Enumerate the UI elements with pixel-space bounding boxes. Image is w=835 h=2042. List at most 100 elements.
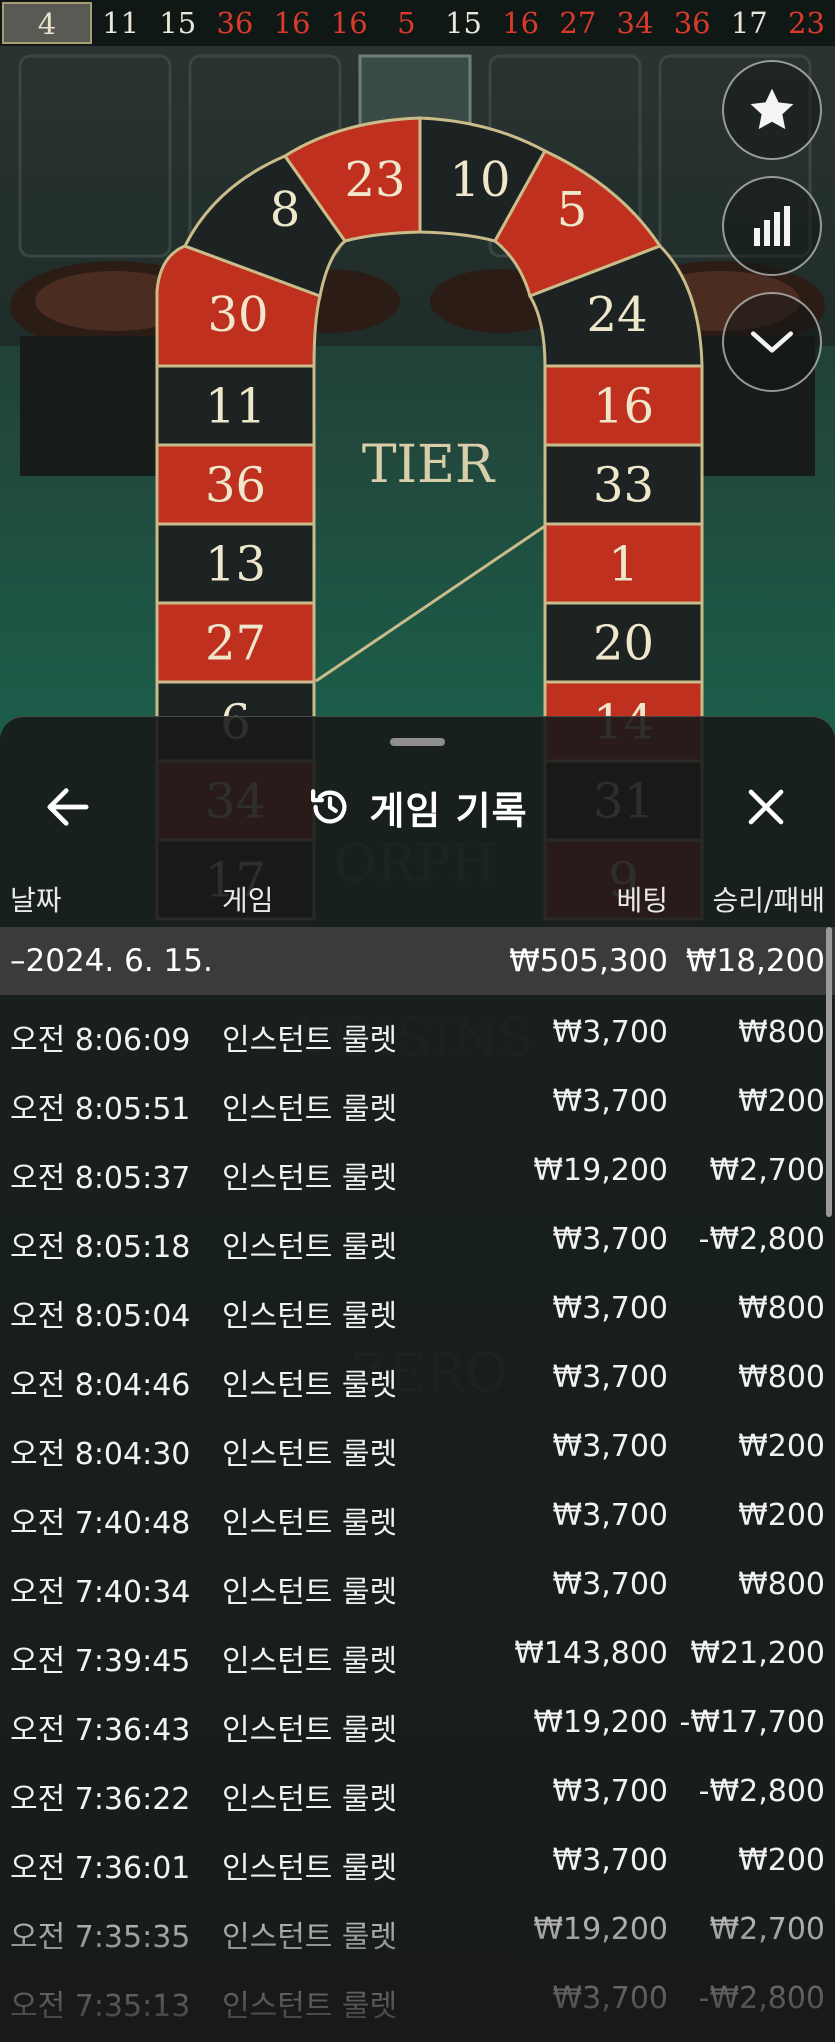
result-number: 27	[559, 6, 597, 40]
row-result: ₩800	[738, 1291, 825, 1326]
row-time: 오전 7:36:01	[10, 1851, 191, 1886]
column-date[interactable]: 날짜	[10, 879, 62, 919]
row-bet: ₩3,700	[552, 1291, 668, 1326]
result-number: 16	[330, 6, 368, 40]
row-bet: ₩3,700	[552, 1360, 668, 1395]
table-row[interactable]: 오전 7:36:01 인스턴트 룰렛 ₩3,700 ₩200	[0, 1825, 835, 1894]
table-row[interactable]: 오전 7:39:45 인스턴트 룰렛 ₩143,800 ₩21,200	[0, 1618, 835, 1687]
results-strip: 4 11 15 36 16 16 5 15 16 27 34 36 17 23	[0, 0, 835, 46]
column-bet[interactable]: 베팅	[616, 879, 668, 919]
row-result: -₩2,800	[698, 1222, 825, 1257]
row-time: 오전 7:36:22	[10, 1782, 191, 1817]
row-game: 인스턴트 룰렛	[222, 1920, 398, 1955]
table-row[interactable]: 오전 7:40:34 인스턴트 룰렛 ₩3,700 ₩800	[0, 1549, 835, 1618]
sheet-grabber[interactable]	[390, 738, 445, 746]
favorite-button[interactable]	[722, 60, 822, 160]
row-result: -₩17,700	[679, 1705, 825, 1740]
row-game: 인스턴트 룰렛	[222, 1299, 398, 1334]
table-row[interactable]: 오전 8:05:04 인스턴트 룰렛 ₩3,700 ₩800	[0, 1273, 835, 1342]
row-bet: ₩19,200	[533, 1705, 668, 1740]
row-game: 인스턴트 룰렛	[222, 1506, 398, 1541]
column-game[interactable]: 게임	[222, 879, 274, 919]
track-right-number: 1	[608, 537, 639, 593]
table-row[interactable]: 오전 7:35:13 인스턴트 룰렛 ₩3,700 -₩2,800	[0, 1963, 835, 2032]
row-result: ₩2,700	[709, 1153, 825, 1188]
row-time: 오전 7:36:43	[10, 1713, 191, 1748]
row-result: -₩2,800	[698, 1981, 825, 2016]
row-bet: ₩19,200	[533, 1153, 668, 1188]
row-time: 오전 7:35:35	[10, 1920, 191, 1955]
history-list: 오전 8:06:09 인스턴트 룰렛 ₩3,700 ₩800 오전 8:05:51 인스턴…	[0, 997, 835, 2032]
row-time: 오전 8:05:51	[10, 1092, 191, 1127]
table-row[interactable]: 오전 8:06:09 인스턴트 룰렛 ₩3,700 ₩800	[0, 997, 835, 1066]
arrow-left-icon	[47, 788, 89, 826]
row-game: 인스턴트 룰렛	[222, 1092, 398, 1127]
close-icon	[748, 789, 784, 825]
track-left-arch-number: 30	[207, 287, 268, 343]
result-number: 5	[397, 6, 416, 40]
row-bet: ₩3,700	[552, 1084, 668, 1119]
row-result: ₩800	[738, 1360, 825, 1395]
row-game: 인스턴트 룰렛	[222, 1437, 398, 1472]
column-result[interactable]: 승리/패배	[713, 879, 825, 919]
table-row[interactable]: 오전 7:40:48 인스턴트 룰렛 ₩3,700 ₩200	[0, 1480, 835, 1549]
table-row[interactable]: 오전 8:05:51 인스턴트 룰렛 ₩3,700 ₩200	[0, 1066, 835, 1135]
table-row[interactable]: 오전 7:36:43 인스턴트 룰렛 ₩19,200 -₩17,700	[0, 1687, 835, 1756]
row-time: 오전 7:39:45	[10, 1644, 191, 1679]
result-number: 36	[673, 6, 711, 40]
collapse-button[interactable]	[722, 292, 822, 392]
row-time: 오전 7:40:48	[10, 1506, 191, 1541]
track-top-number: 23	[344, 152, 405, 208]
result-number: 15	[445, 6, 482, 40]
track-left-number: 11	[205, 379, 266, 435]
row-game: 인스턴트 룰렛	[222, 1644, 398, 1679]
date-summary-row[interactable]: –2024. 6. 15. ₩505,300 ₩18,200	[0, 927, 835, 995]
row-game: 인스턴트 룰렛	[222, 1230, 398, 1265]
bar-chart-icon	[754, 206, 790, 246]
track-right-number: 33	[593, 458, 654, 514]
track-left-number: 27	[205, 616, 266, 672]
row-time: 오전 8:05:18	[10, 1230, 191, 1265]
row-game: 인스턴트 룰렛	[222, 1161, 398, 1196]
track-top-number: 10	[449, 152, 510, 208]
row-time: 오전 8:06:09	[10, 1023, 191, 1058]
track-right-arch-number: 5	[557, 182, 588, 238]
row-bet: ₩143,800	[514, 1636, 668, 1671]
scrollbar[interactable]	[826, 927, 832, 1217]
track-left-number: 13	[205, 537, 266, 593]
table-row[interactable]: 오전 7:36:22 인스턴트 룰렛 ₩3,700 -₩2,800	[0, 1756, 835, 1825]
table-header: 날짜 게임 베팅 승리/패배	[0, 865, 835, 925]
row-bet: ₩3,700	[552, 1498, 668, 1533]
row-bet: ₩3,700	[552, 1222, 668, 1257]
table-row[interactable]: 오전 7:35:35 인스턴트 룰렛 ₩19,200 ₩2,700	[0, 1894, 835, 1963]
sheet-header: 게임 기록	[0, 757, 835, 857]
row-result: ₩200	[738, 1429, 825, 1464]
star-icon	[750, 88, 794, 130]
row-result: ₩200	[738, 1084, 825, 1119]
chevron-down-icon	[750, 331, 794, 353]
row-time: 오전 8:04:30	[10, 1437, 191, 1472]
row-result: ₩200	[738, 1843, 825, 1878]
result-number: 23	[788, 6, 825, 40]
table-row[interactable]: 오전 8:04:30 인스턴트 룰렛 ₩3,700 ₩200	[0, 1411, 835, 1480]
statistics-button[interactable]	[722, 176, 822, 276]
row-time: 오전 7:40:34	[10, 1575, 191, 1610]
track-label-tier: TIER	[362, 435, 496, 495]
row-result: ₩21,200	[690, 1636, 825, 1671]
game-history-sheet: 게임 기록 날짜 게임 베팅 승리/패배 –2024. 6. 15. ₩505,…	[0, 716, 835, 2042]
row-bet: ₩3,700	[552, 1015, 668, 1050]
back-button[interactable]	[40, 781, 96, 833]
track-right-number: 20	[593, 616, 654, 672]
table-row[interactable]: 오전 8:05:18 인스턴트 룰렛 ₩3,700 -₩2,800	[0, 1204, 835, 1273]
row-result: ₩800	[738, 1567, 825, 1602]
row-game: 인스턴트 룰렛	[222, 1782, 398, 1817]
close-button[interactable]	[738, 779, 794, 835]
table-row[interactable]: 오전 8:05:37 인스턴트 룰렛 ₩19,200 ₩2,700	[0, 1135, 835, 1204]
row-bet: ₩3,700	[552, 1567, 668, 1602]
row-game: 인스턴트 룰렛	[222, 1368, 398, 1403]
sheet-title-wrap: 게임 기록	[0, 757, 835, 857]
table-row[interactable]: 오전 8:04:46 인스턴트 룰렛 ₩3,700 ₩800	[0, 1342, 835, 1411]
track-left-number: 36	[205, 458, 266, 514]
row-bet: ₩3,700	[552, 1774, 668, 1809]
track-left-arch-number: 8	[270, 182, 301, 238]
